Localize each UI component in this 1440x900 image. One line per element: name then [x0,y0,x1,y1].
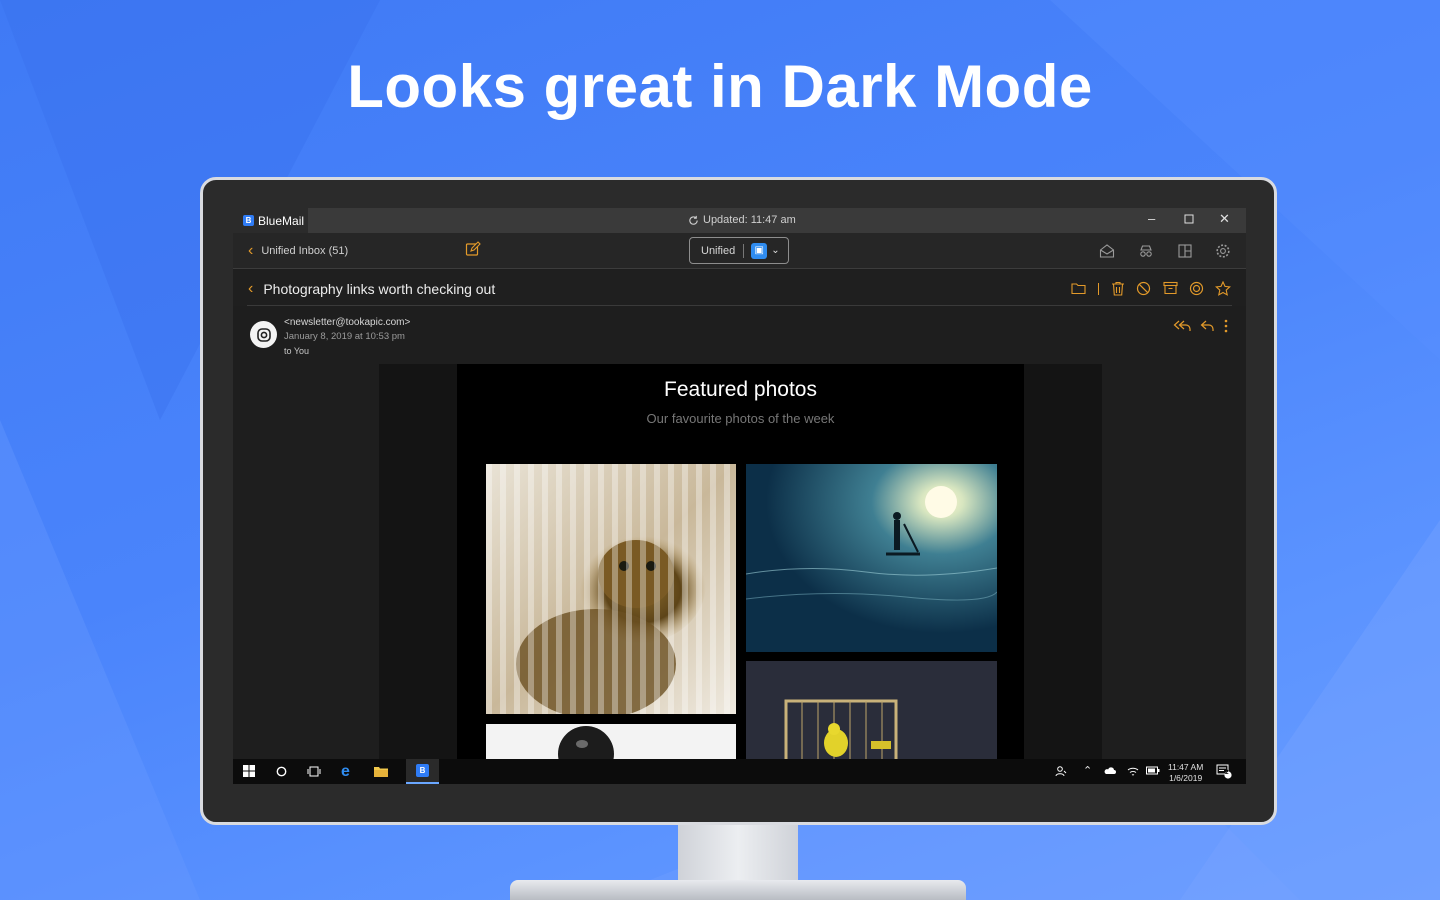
photo-paddleboard-sunset[interactable] [746,464,997,652]
newsletter-title: Featured photos [664,378,817,401]
app-name: BlueMail [258,213,305,228]
bluemail-logo-icon: B [243,215,254,226]
newsletter-subtitle: Our favourite photos of the week [646,411,835,426]
layout-icon[interactable] [1177,243,1193,264]
monitor-stand-neck [678,820,798,886]
block-icon[interactable] [1136,281,1151,301]
email-body: Featured photos Our favourite photos of … [379,364,1102,760]
minimize-icon[interactable]: – [1148,211,1155,226]
wifi-icon[interactable] [1127,765,1139,779]
compose-icon[interactable] [465,241,481,262]
sender-email[interactable]: <newsletter@tookapic.com> [284,316,410,330]
message-date: January 8, 2019 at 10:53 pm [284,331,405,342]
main-toolbar: ‹ Unified Inbox (51) Unified ▣ ⌄ [233,233,1246,269]
close-icon[interactable]: ✕ [1219,211,1230,227]
inbox-label: Unified Inbox (51) [261,245,349,257]
chevron-up-icon[interactable]: ⌃ [1083,764,1092,777]
windows-taskbar: e B ⌃ 11:47 AM 1/6/2019 2 [233,759,1246,784]
toolbar-divider [1098,283,1099,295]
subject-bar: ‹ Photography links worth checking out [233,270,1246,306]
back-chevron-icon[interactable]: ‹ [248,280,253,298]
maximize-icon[interactable] [1184,212,1194,227]
message-subject: Photography links worth checking out [263,281,496,297]
folder-icon[interactable] [1071,281,1086,300]
window-title-bar: B BlueMail Updated: 11:47 am – ✕ [233,208,1246,233]
clock-time: 11:47 AM [1168,762,1204,772]
bluemail-taskbar-icon[interactable]: B [406,759,439,784]
photo-canary-cage[interactable] [746,661,997,760]
clock-date: 1/6/2019 [1169,773,1203,783]
people-icon[interactable] [1055,765,1067,779]
chevron-down-icon: ⌄ [771,245,780,256]
file-explorer-icon[interactable] [374,765,388,779]
system-clock[interactable]: 11:47 AM 1/6/2019 [1168,762,1203,784]
subject-divider [247,305,1232,306]
unified-cube-icon: ▣ [751,242,768,259]
account-selector[interactable]: Unified ▣ ⌄ [689,237,789,264]
bluemail-taskbar-logo-icon: B [416,764,429,777]
app-tab[interactable]: B BlueMail [233,208,308,233]
gear-icon[interactable] [1215,243,1231,264]
page-headline: Looks great in Dark Mode [347,53,1093,120]
message-subject-row: ‹ Photography links worth checking out [248,280,495,298]
monitor-frame: B BlueMail Updated: 11:47 am – ✕ ‹ Unifi… [200,177,1277,825]
back-to-inbox[interactable]: ‹ Unified Inbox (51) [248,242,348,260]
task-view-icon[interactable] [307,766,321,779]
monitor-stand-base [510,880,966,900]
reply-icon[interactable] [1200,319,1214,337]
sync-status: Updated: 11:47 am [688,214,796,226]
more-options-icon[interactable] [1224,319,1228,338]
sync-icon [689,215,698,225]
sender-avatar[interactable] [250,321,277,348]
star-icon[interactable] [1215,280,1231,301]
cortana-icon[interactable] [276,766,287,779]
incognito-icon[interactable] [1138,243,1154,264]
windows-start-icon[interactable] [243,765,255,779]
notification-count: 2 [1225,769,1229,776]
tookapic-logo-icon [256,327,271,342]
mark-read-icon[interactable] [1099,243,1115,264]
account-selector-label: Unified [690,243,745,258]
photo-cat-glass[interactable] [486,464,736,714]
photo-helmet-partial[interactable] [486,724,736,760]
message-recipient[interactable]: to You [284,344,410,358]
archive-icon[interactable] [1163,281,1178,300]
onedrive-cloud-icon[interactable] [1103,766,1116,777]
reply-all-icon[interactable] [1173,319,1191,337]
battery-icon[interactable] [1146,766,1160,777]
edge-icon[interactable]: e [341,763,350,781]
notification-center-icon[interactable]: 2 [1216,763,1232,781]
trash-icon[interactable] [1111,281,1125,301]
app-screen: B BlueMail Updated: 11:47 am – ✕ ‹ Unifi… [233,208,1246,784]
sender-info: <newsletter@tookapic.com> January 8, 201… [284,316,410,358]
chevron-left-icon: ‹ [248,242,254,259]
sync-status-text: Updated: 11:47 am [703,214,796,226]
snooze-icon[interactable] [1189,281,1204,301]
newsletter-content: Featured photos Our favourite photos of … [457,364,1024,760]
